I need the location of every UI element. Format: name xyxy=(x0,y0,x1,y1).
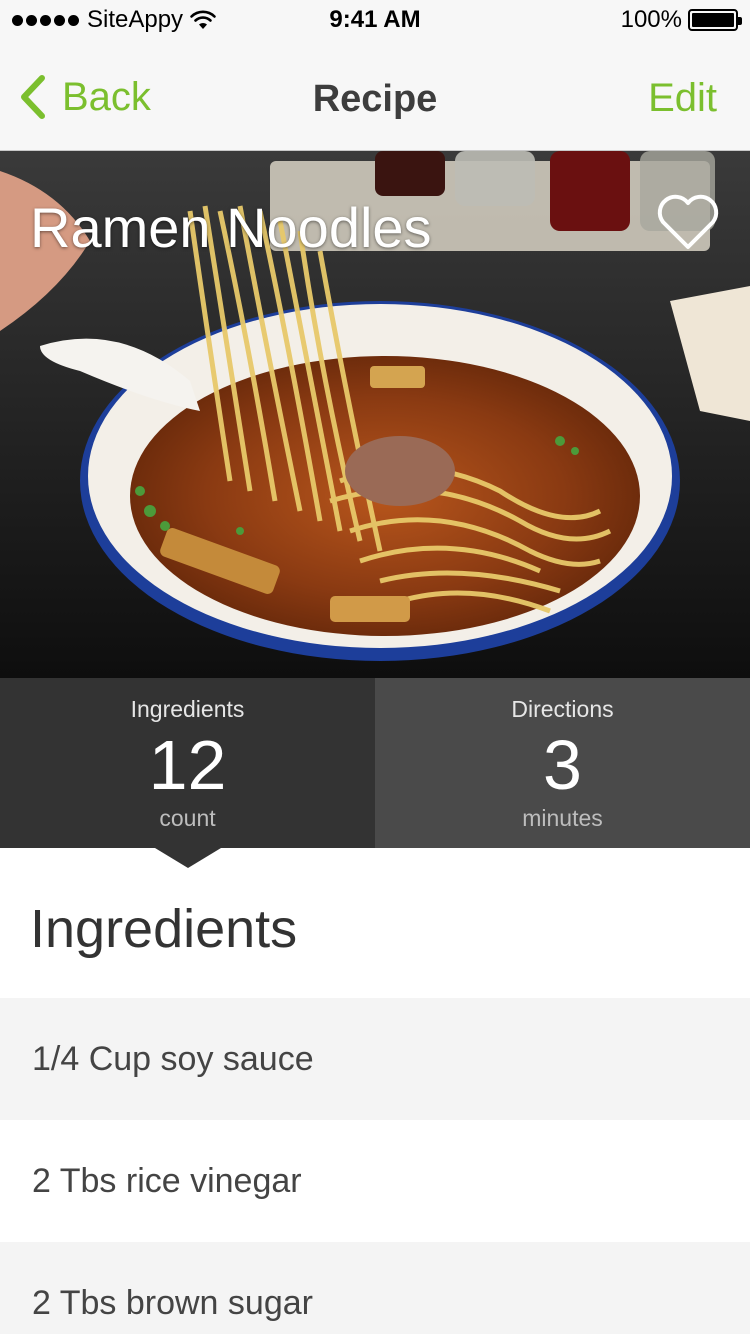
directions-unit: minutes xyxy=(522,805,603,831)
tab-ingredients[interactable]: Ingredients 12 count xyxy=(0,678,375,848)
battery-percent: 100% xyxy=(620,6,682,33)
list-item[interactable]: 2 Tbs brown sugar xyxy=(0,1242,750,1334)
ingredient-list: 1/4 Cup soy sauce 2 Tbs rice vinegar 2 T… xyxy=(0,998,750,1334)
list-item[interactable]: 2 Tbs rice vinegar xyxy=(0,1120,750,1242)
recipe-title: Ramen Noodles xyxy=(30,196,432,259)
ingredients-stat-label: Ingredients xyxy=(130,696,245,722)
page-title: Recipe xyxy=(312,78,438,120)
recipe-hero-image: Ramen Noodles xyxy=(0,151,750,678)
section-heading: Ingredients xyxy=(30,899,298,959)
navigation-bar: Back Recipe Edit xyxy=(0,40,750,151)
edit-button[interactable]: Edit xyxy=(648,76,717,121)
list-item[interactable]: 1/4 Cup soy sauce xyxy=(0,998,750,1120)
tab-directions[interactable]: Directions 3 minutes xyxy=(375,678,750,848)
recipe-stats: Ingredients 12 count Directions 3 minute… xyxy=(0,678,750,848)
heart-outline-icon[interactable] xyxy=(656,193,720,251)
directions-minutes: 3 xyxy=(543,726,582,804)
directions-stat-label: Directions xyxy=(511,696,614,722)
status-right: 100% xyxy=(620,6,742,34)
battery-icon xyxy=(688,9,742,31)
active-tab-indicator xyxy=(155,848,221,868)
ingredients-count: 12 xyxy=(148,726,227,804)
status-bar: SiteAppy 9:41 AM 100% xyxy=(0,0,750,40)
ingredients-unit: count xyxy=(159,805,216,831)
